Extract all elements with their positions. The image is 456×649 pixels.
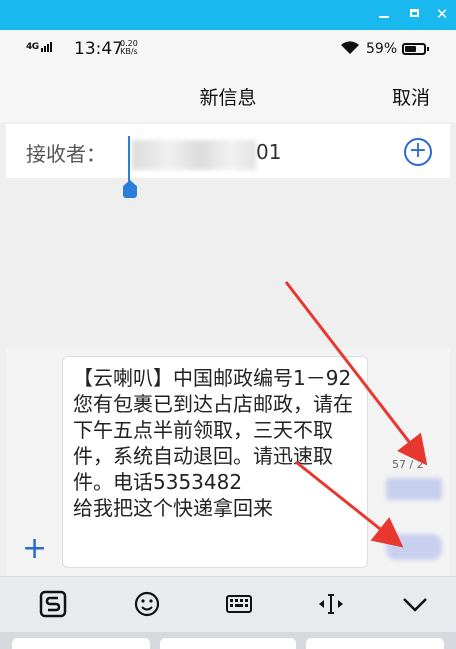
keyboard-icon[interactable] bbox=[224, 589, 254, 619]
wifi-icon bbox=[340, 40, 360, 60]
sogou-icon[interactable] bbox=[38, 589, 68, 619]
keyboard-toolbar bbox=[0, 576, 456, 633]
network-speed: 0.20 KB/s bbox=[120, 40, 138, 56]
status-bar: 4G 13:47 0.20 KB/s 59% bbox=[0, 30, 456, 70]
cursor-handle-icon[interactable] bbox=[123, 180, 137, 198]
send-sim1-button[interactable] bbox=[386, 478, 442, 500]
status-time: 13:47 bbox=[74, 39, 123, 59]
recipient-label: 接收者： bbox=[26, 142, 106, 166]
emoji-icon[interactable] bbox=[132, 589, 162, 619]
add-recipient-button[interactable]: + bbox=[404, 138, 432, 166]
text-cursor bbox=[128, 136, 130, 182]
battery-level bbox=[405, 46, 416, 52]
close-icon[interactable]: ✕ bbox=[434, 6, 450, 22]
signal-icon: 4G bbox=[26, 42, 53, 52]
keyboard-keys bbox=[0, 632, 456, 649]
message-input[interactable]: 【云喇叭】中国邮政编号1－92您有包裹已到达占店邮政，请在下午五点半前领取，三天… bbox=[62, 356, 368, 568]
battery-percent: 59% bbox=[366, 41, 398, 57]
cancel-button[interactable]: 取消 bbox=[392, 83, 430, 110]
maximize-icon[interactable] bbox=[406, 6, 422, 22]
send-sim2-button[interactable] bbox=[386, 534, 442, 560]
character-counter: 57 / 2 bbox=[392, 458, 424, 471]
recipient-redacted bbox=[132, 140, 256, 170]
collapse-icon[interactable] bbox=[400, 589, 430, 619]
page-title: 新信息 bbox=[199, 87, 257, 109]
network-type: 4G bbox=[26, 42, 39, 52]
keyboard-key[interactable] bbox=[306, 638, 444, 649]
keyboard-key[interactable] bbox=[12, 638, 150, 649]
battery-icon bbox=[402, 43, 429, 55]
window-titlebar: ✕ bbox=[0, 0, 456, 30]
recipient-value: 01 bbox=[256, 140, 282, 164]
compose-area: + 【云喇叭】中国邮政编号1－92您有包裹已到达占店邮政，请在下午五点半前领取，… bbox=[6, 348, 450, 576]
attach-button[interactable]: + bbox=[22, 534, 47, 564]
keyboard-key[interactable] bbox=[160, 638, 296, 649]
app-header: 新信息 取消 bbox=[0, 70, 456, 122]
speed-unit: KB/s bbox=[120, 47, 138, 56]
minimize-icon[interactable] bbox=[376, 6, 392, 22]
recipient-field[interactable]: 接收者： 01 + bbox=[6, 124, 450, 198]
cursor-move-icon[interactable] bbox=[316, 589, 346, 619]
